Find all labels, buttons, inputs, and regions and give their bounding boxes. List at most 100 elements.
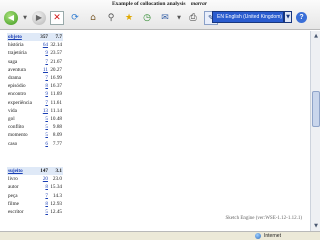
row-word: livro <box>8 176 18 183</box>
table-row: trajetória 9 23.57 <box>7 49 63 57</box>
table-row: caso 6 7.77 <box>7 139 63 147</box>
vertical-scrollbar[interactable]: ▲ ▼ <box>310 31 320 231</box>
row-score: 10.48 <box>50 115 62 122</box>
table-row: escritor 5 12.45 <box>7 208 63 216</box>
chevron-down-icon[interactable]: ▼ <box>22 11 28 25</box>
refresh-icon[interactable]: ⟳ <box>68 11 82 25</box>
help-icon[interactable]: ? <box>296 12 307 23</box>
row-score: 32.14 <box>50 42 62 49</box>
row-score: 11.14 <box>50 107 62 114</box>
table-header-row: sujeito 147 3.1 <box>7 167 63 176</box>
row-word: autor <box>8 184 19 191</box>
row-word: trajetória <box>8 50 27 57</box>
row-score: 11.69 <box>50 91 62 98</box>
row-word: momento <box>8 132 28 139</box>
table-row: vida 13 11.14 <box>7 107 63 115</box>
row-count-link[interactable]: 64 <box>43 42 48 48</box>
row-count-link[interactable]: 8 <box>45 83 48 89</box>
table-row: aventura 11 20.27 <box>7 66 63 74</box>
version-footer: Sketch Engine (ver:WSE-1.12-1.12.1) <box>225 216 302 221</box>
back-icon[interactable]: ◀ <box>4 11 18 25</box>
row-count-link[interactable]: 7 <box>45 59 48 65</box>
row-count-link[interactable]: 7 <box>45 100 48 106</box>
page-title-text: Example of collocation analysis <box>112 1 186 7</box>
row-count-link[interactable]: 7 <box>45 193 48 199</box>
row-score: 20.27 <box>50 66 62 73</box>
status-bar: Internet <box>0 231 320 240</box>
globe-icon <box>255 233 261 239</box>
row-score: 7.77 <box>52 140 62 147</box>
row-count-link[interactable]: 5 <box>45 116 48 122</box>
collocation-table-sujeito: sujeito 147 3.1 livro 20 23.0 autor 8 15.34 … <box>7 167 63 216</box>
row-score: 9.88 <box>52 124 62 131</box>
row-word: vida <box>8 107 17 114</box>
language-indicator[interactable]: EN English (United Kingdom) <box>212 11 284 23</box>
table-header-row: objeto 357 7.7 <box>7 33 63 42</box>
header-count: 357 <box>37 33 49 42</box>
search-icon[interactable]: ⚲ <box>104 11 118 25</box>
row-count-link[interactable]: 5 <box>45 124 48 130</box>
row-word: caso <box>8 140 18 147</box>
print-icon[interactable]: ⎙ <box>186 11 200 25</box>
home-icon[interactable]: ⌂ <box>86 11 100 25</box>
row-score: 11.61 <box>50 99 62 106</box>
row-word: filme <box>8 200 19 207</box>
table-row: drama 7 16.99 <box>7 74 63 82</box>
row-word: peça <box>8 192 18 199</box>
browser-toolbar: Example of collocation analysis marrar ◀… <box>0 0 320 30</box>
row-score: 16.99 <box>50 75 62 82</box>
table-row: história 64 32.14 <box>7 41 63 49</box>
row-count-link[interactable]: 9 <box>45 91 48 97</box>
row-count-link[interactable]: 11 <box>43 67 48 73</box>
table-row: filme 8 12.93 <box>7 200 63 208</box>
row-count-link[interactable]: 8 <box>45 201 48 207</box>
table-row: gol 5 10.48 <box>7 115 63 123</box>
row-count-link[interactable]: 20 <box>43 176 48 182</box>
row-count-link[interactable]: 5 <box>45 209 48 215</box>
row-score: 8.09 <box>52 132 62 139</box>
mail-icon[interactable]: ✉ <box>158 11 172 25</box>
table-row: episódio 8 16.37 <box>7 82 63 90</box>
stop-icon[interactable]: ✕ <box>50 11 64 25</box>
table-row: peça 7 14.3 <box>7 192 63 200</box>
page-title: Example of collocation analysis marrar <box>112 1 207 7</box>
table-row: livro 20 23.0 <box>7 175 63 183</box>
row-score: 23.0 <box>52 176 62 183</box>
toolbar-buttons: ◀ ▼ ▶ ✕ ⟳ ⌂ ⚲ ★ ◷ ✉ ▼ ⎙ ✎ <box>4 10 218 26</box>
scroll-down-icon[interactable]: ▼ <box>312 222 320 230</box>
row-count-link[interactable]: 9 <box>45 50 48 56</box>
scroll-up-icon[interactable]: ▲ <box>312 32 320 40</box>
table-row: momento 5 8.09 <box>7 131 63 139</box>
scrollbar-thumb[interactable] <box>312 91 320 127</box>
row-count-link[interactable]: 8 <box>45 184 48 190</box>
favorites-icon[interactable]: ★ <box>122 11 136 25</box>
row-score: 15.34 <box>50 184 62 191</box>
chevron-down-icon[interactable]: ▼ <box>284 11 292 23</box>
header-word[interactable]: sujeito <box>8 168 23 174</box>
row-word: escritor <box>8 209 24 216</box>
row-word: encontro <box>8 91 27 98</box>
row-word: conflito <box>8 124 25 131</box>
row-count-link[interactable]: 5 <box>45 132 48 138</box>
forward-icon[interactable]: ▶ <box>32 11 46 25</box>
row-word: episódio <box>8 83 26 90</box>
row-word: saga <box>8 58 18 65</box>
row-word: experiência <box>8 99 32 106</box>
header-score: 3.1 <box>49 167 63 176</box>
row-count-link[interactable]: 7 <box>45 75 48 81</box>
row-score: 23.57 <box>50 50 62 57</box>
table-row: autor 8 15.34 <box>7 183 63 191</box>
row-count-link[interactable]: 6 <box>45 141 48 147</box>
history-icon[interactable]: ◷ <box>140 11 154 25</box>
header-score: 7.7 <box>49 33 63 42</box>
header-count: 147 <box>37 167 49 176</box>
page-title-keyword: marrar <box>190 1 208 7</box>
row-score: 12.45 <box>50 209 62 216</box>
row-count-link[interactable]: 13 <box>43 108 48 114</box>
header-word[interactable]: objeto <box>8 34 22 40</box>
row-word: aventura <box>8 66 26 73</box>
chevron-down-icon[interactable]: ▼ <box>176 11 182 25</box>
row-word: drama <box>8 75 21 82</box>
collocation-table-objeto: objeto 357 7.7 história 64 32.14 trajetóri… <box>7 33 63 148</box>
table-row: saga 7 21.67 <box>7 58 63 66</box>
